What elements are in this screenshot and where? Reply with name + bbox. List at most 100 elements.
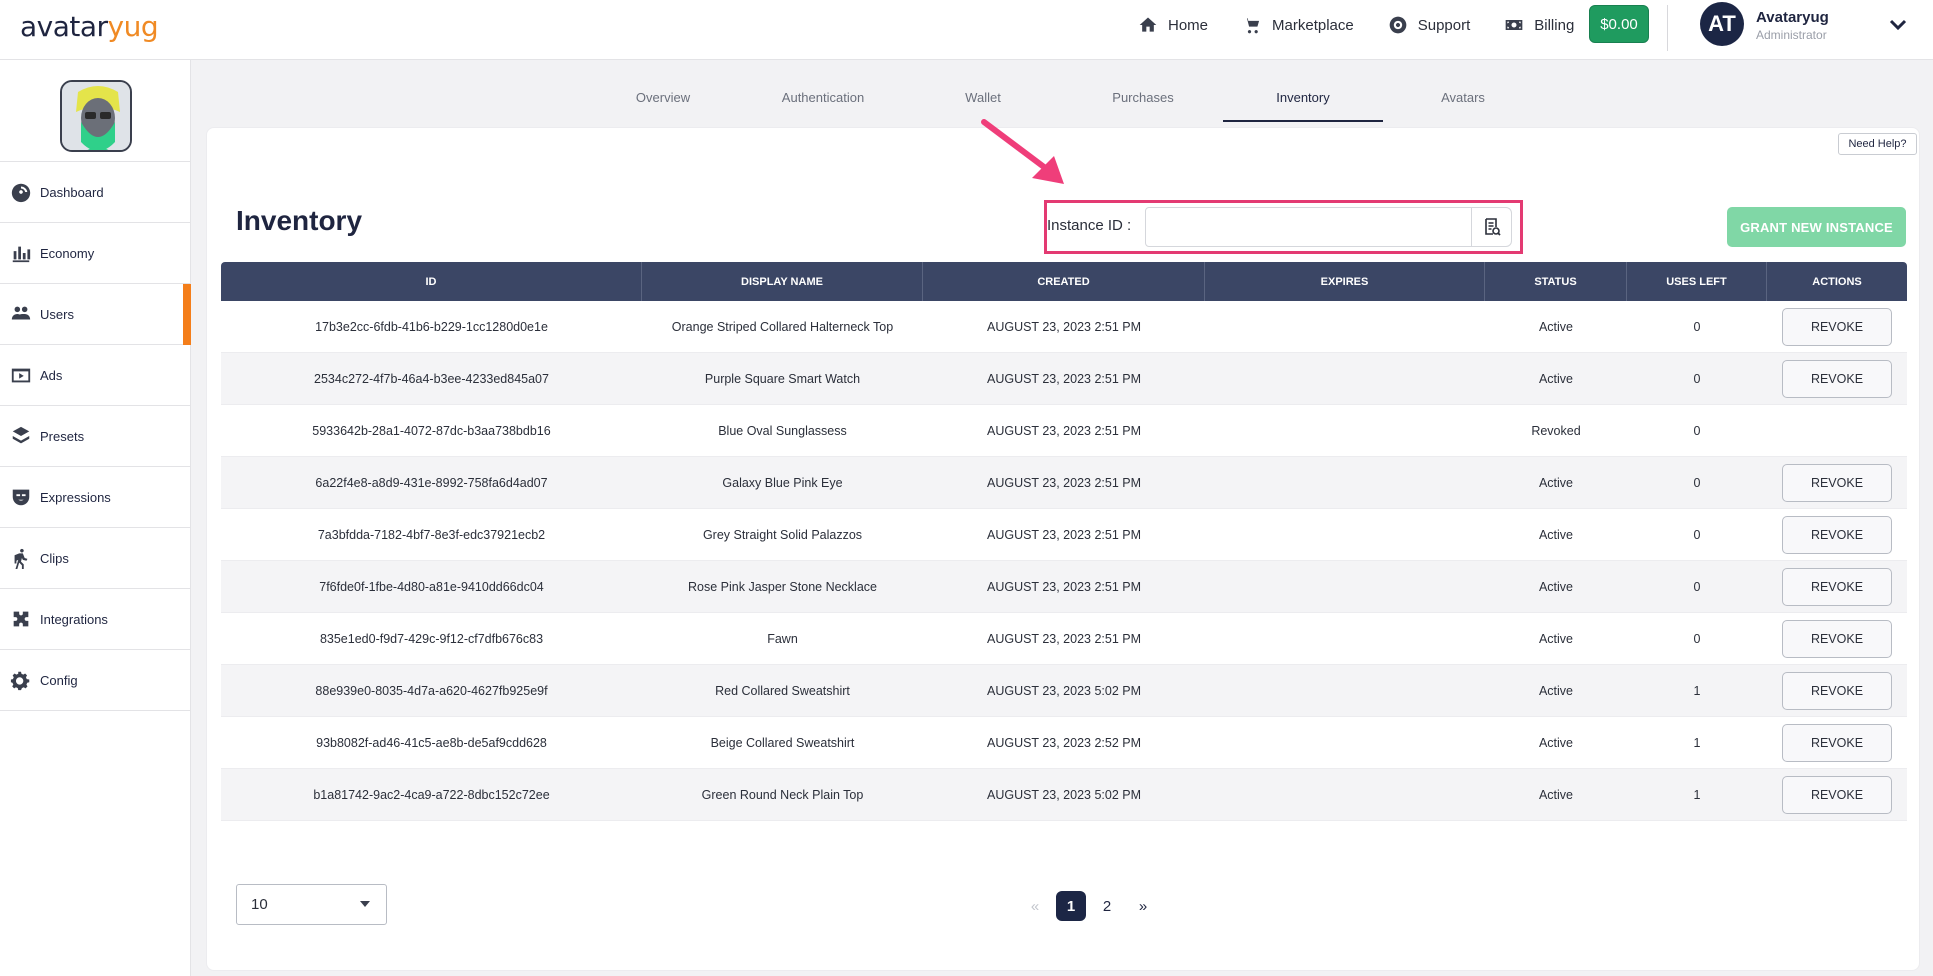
cell-id: 17b3e2cc-6fdb-41b6-b229-1cc1280d0e1e	[315, 319, 548, 334]
user-name: Avataryug	[1756, 9, 1829, 26]
tab-purchases[interactable]: Purchases	[1063, 80, 1223, 122]
money-icon	[1505, 20, 1523, 30]
gears-icon	[10, 671, 30, 691]
user-role: Administrator	[1756, 28, 1827, 42]
cell-id: 6a22f4e8-a8d9-431e-8992-758fa6d4ad07	[315, 475, 548, 490]
nav-support-link[interactable]: Support	[1388, 15, 1470, 35]
cell-id: 2534c272-4f7b-46a4-b3ee-4233ed845a07	[314, 371, 549, 386]
revoke-button[interactable]: REVOKE	[1782, 359, 1892, 398]
cell-uses-left: 1	[1693, 683, 1701, 698]
cell-uses-left: 0	[1693, 579, 1701, 594]
sidebar-item-clips[interactable]: Clips	[0, 528, 191, 589]
page-title: Inventory	[236, 205, 363, 236]
cell-created: AUGUST 23, 2023 2:51 PM	[986, 527, 1142, 542]
divider	[1667, 5, 1668, 51]
table-row: 93b8082f-ad46-41c5-ae8b-de5af9cdd628 Bei…	[221, 717, 1907, 769]
revoke-button[interactable]: REVOKE	[1782, 671, 1892, 710]
revoke-button[interactable]: REVOKE	[1782, 463, 1892, 502]
sidebar-item-expressions[interactable]: Expressions	[0, 467, 191, 528]
users-icon	[11, 306, 31, 320]
cell-expires	[1205, 613, 1485, 665]
tab-authentication[interactable]: Authentication	[743, 80, 903, 122]
cart-icon	[1244, 18, 1260, 34]
cell-uses-left: 0	[1693, 319, 1701, 334]
lifebuoy-icon	[1389, 16, 1407, 34]
cell-expires	[1205, 665, 1485, 717]
revoke-button[interactable]: REVOKE	[1782, 723, 1892, 762]
cell-created: AUGUST 23, 2023 5:02 PM	[986, 683, 1142, 698]
sidebar: Dashboard Economy Users Ads Presets Expr…	[0, 60, 191, 976]
cell-status: Active	[1538, 631, 1574, 646]
user-avatar[interactable]: AT	[1700, 2, 1744, 46]
revoke-button[interactable]: REVOKE	[1782, 515, 1892, 554]
nav-marketplace-link[interactable]: Marketplace	[1242, 15, 1354, 35]
cell-expires	[1205, 457, 1485, 509]
page-size-select[interactable]: 10	[236, 884, 387, 925]
need-help-button[interactable]: Need Help?	[1838, 133, 1917, 155]
table-row: 7f6fde0f-1fbe-4d80-a81e-9410dd66dc04 Ros…	[221, 561, 1907, 613]
grant-new-instance-button[interactable]: GRANT NEW INSTANCE	[1727, 207, 1906, 247]
presets-icon	[12, 426, 30, 444]
cell-display-name: Purple Square Smart Watch	[704, 371, 861, 386]
pagination-prev[interactable]: «	[1020, 891, 1050, 921]
cell-actions: REVOKE	[1767, 561, 1907, 613]
cell-status: Active	[1538, 787, 1574, 802]
tab-bar: Overview Authentication Wallet Purchases…	[583, 80, 1543, 122]
chevron-down-icon[interactable]	[1889, 18, 1907, 32]
cell-id: b1a81742-9ac2-4ca9-a722-8dbc152c72ee	[313, 787, 550, 802]
cell-id: 7a3bfdda-7182-4bf7-8e3f-edc37921ecb2	[317, 527, 546, 542]
table-row: 7a3bfdda-7182-4bf7-8e3f-edc37921ecb2 Gre…	[221, 509, 1907, 561]
table-row: 17b3e2cc-6fdb-41b6-b229-1cc1280d0e1e Ora…	[221, 301, 1907, 353]
pagination-next[interactable]: »	[1128, 891, 1158, 921]
cell-expires	[1205, 769, 1485, 821]
cell-uses-left: 0	[1693, 475, 1701, 490]
cell-id: 93b8082f-ad46-41c5-ae8b-de5af9cdd628	[316, 735, 547, 750]
revoke-button[interactable]: REVOKE	[1782, 775, 1892, 814]
tab-wallet[interactable]: Wallet	[903, 80, 1063, 122]
tab-avatars[interactable]: Avatars	[1383, 80, 1543, 122]
top-nav-links: Home Marketplace Support Billing	[1138, 0, 1608, 50]
cell-expires	[1205, 353, 1485, 405]
table-row: 5933642b-28a1-4072-87dc-b3aa738bdb16 Blu…	[221, 405, 1907, 457]
cell-expires	[1205, 405, 1485, 457]
cell-status: Revoked	[1531, 423, 1581, 438]
nav-billing-link[interactable]: Billing	[1504, 15, 1574, 35]
cell-status: Active	[1538, 319, 1574, 334]
sidebar-item-economy[interactable]: Economy	[0, 223, 191, 284]
cell-status: Active	[1538, 527, 1574, 542]
cell-actions: REVOKE	[1767, 457, 1907, 509]
sidebar-item-ads[interactable]: Ads	[0, 345, 191, 406]
wallet-balance-button[interactable]: $0.00	[1589, 5, 1649, 43]
cell-expires	[1205, 561, 1485, 613]
revoke-button[interactable]: REVOKE	[1782, 307, 1892, 346]
logo[interactable]: avataryug	[20, 10, 159, 43]
cell-status: Active	[1538, 735, 1574, 750]
cell-uses-left: 0	[1693, 371, 1701, 386]
annotation-arrow	[981, 119, 1064, 184]
cell-expires	[1205, 509, 1485, 561]
sidebar-item-presets[interactable]: Presets	[0, 406, 191, 467]
column-header-expires: EXPIRES	[1205, 262, 1485, 301]
revoke-button[interactable]: REVOKE	[1782, 619, 1892, 658]
cell-uses-left: 0	[1693, 527, 1701, 542]
sidebar-item-dashboard[interactable]: Dashboard	[0, 162, 191, 223]
gauge-icon	[11, 183, 31, 203]
page-size-value: 10	[251, 896, 268, 913]
table-row: 835e1ed0-f9d7-429c-9f12-cf7dfb676c83 Faw…	[221, 613, 1907, 665]
cell-id: 88e939e0-8035-4d7a-a620-4627fb925e9f	[315, 683, 548, 698]
instance-id-input[interactable]	[1145, 207, 1472, 247]
cell-actions: REVOKE	[1767, 717, 1907, 769]
tab-overview[interactable]: Overview	[583, 80, 743, 122]
nav-home-link[interactable]: Home	[1138, 15, 1208, 35]
sidebar-item-users[interactable]: Users	[0, 284, 191, 345]
cell-created: AUGUST 23, 2023 2:52 PM	[986, 735, 1142, 750]
walking-icon	[14, 548, 28, 569]
tab-inventory[interactable]: Inventory	[1223, 80, 1383, 122]
pagination-page-2[interactable]: 2	[1092, 891, 1122, 921]
cell-status: Active	[1538, 475, 1574, 490]
sidebar-item-integrations[interactable]: Integrations	[0, 589, 191, 650]
instance-search-button[interactable]	[1471, 207, 1512, 247]
revoke-button[interactable]: REVOKE	[1782, 567, 1892, 606]
sidebar-item-config[interactable]: Config	[0, 650, 191, 711]
pagination-page-1[interactable]: 1	[1056, 891, 1086, 921]
